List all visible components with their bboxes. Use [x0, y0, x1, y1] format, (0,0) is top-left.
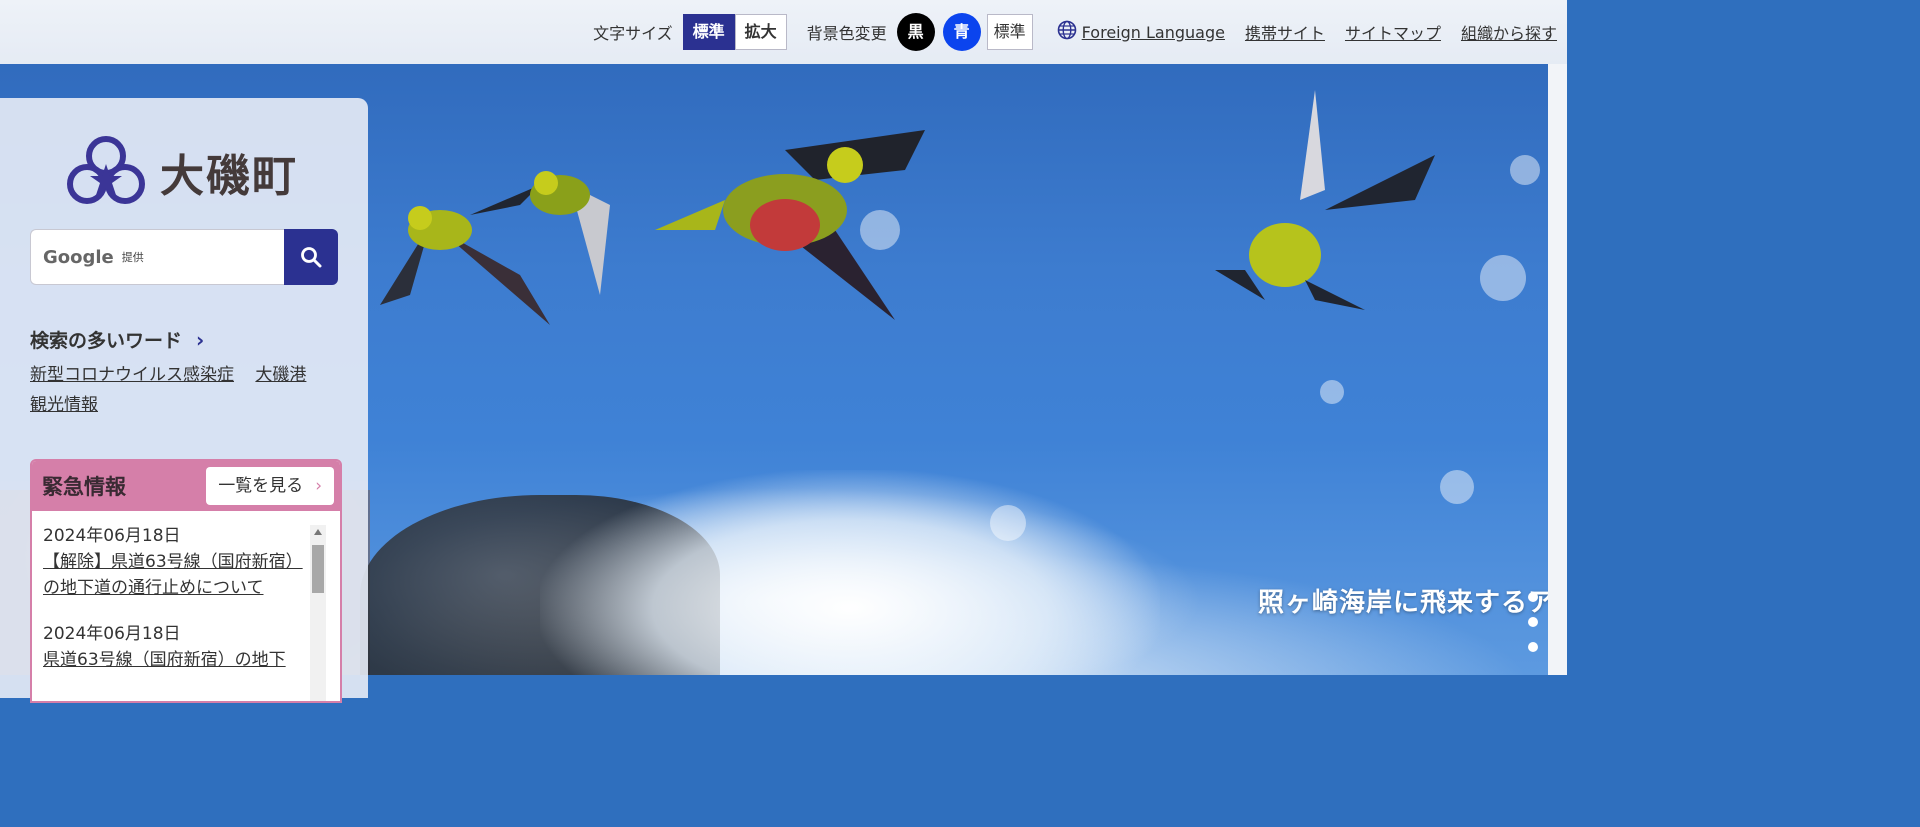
- news-link[interactable]: 県道63号線（国府新宿）の地下: [43, 650, 286, 670]
- emergency-title: 緊急情報: [42, 475, 126, 499]
- search-input[interactable]: Google 提供: [30, 229, 284, 285]
- list-item: 2024年06月18日 県道63号線（国府新宿）の地下: [43, 621, 310, 673]
- site-search: Google 提供: [30, 229, 338, 285]
- bird-image: [655, 130, 925, 320]
- town-emblem-icon: [67, 136, 145, 204]
- popular-word-link[interactable]: 大磯港: [255, 365, 306, 385]
- popular-word-link[interactable]: 観光情報: [30, 395, 98, 415]
- news-link[interactable]: 【解除】県道63号線（国府新宿）の地下道の通行止めについて: [43, 552, 303, 598]
- mobile-site-link[interactable]: 携帯サイト: [1245, 20, 1325, 44]
- page-edge: [1548, 0, 1567, 675]
- sitemap-link[interactable]: サイトマップ: [1345, 20, 1441, 44]
- scroll-up-icon[interactable]: [314, 529, 322, 535]
- powered-label: 提供: [121, 251, 144, 264]
- font-standard-button[interactable]: 標準: [682, 14, 735, 50]
- emergency-info-box: 緊急情報 一覧を見る › 2024年06月18日 【解除】県道63号線（国府新宿…: [30, 459, 342, 703]
- bg-standard-button[interactable]: 標準: [986, 14, 1033, 50]
- emergency-header: 緊急情報 一覧を見る ›: [32, 461, 340, 511]
- font-size-label: 文字サイズ: [593, 24, 673, 43]
- chevron-right-icon: ›: [196, 327, 205, 352]
- popular-words-title: 検索の多いワード: [30, 330, 183, 352]
- organization-link[interactable]: 組織から探す: [1461, 20, 1557, 44]
- font-size-switch: 標準 拡大: [682, 14, 787, 50]
- news-date: 2024年06月18日: [43, 526, 181, 546]
- bird-image: [470, 171, 610, 295]
- popular-word-link[interactable]: 新型コロナウイルス感染症: [30, 365, 234, 385]
- slide-dot[interactable]: [1528, 617, 1538, 627]
- foreign-language-link[interactable]: Foreign Language: [1082, 23, 1225, 42]
- view-all-button[interactable]: 一覧を見る ›: [206, 467, 334, 505]
- google-label: Google: [43, 246, 114, 268]
- font-large-button[interactable]: 拡大: [734, 14, 787, 50]
- hero-wave-foam: [540, 470, 1160, 675]
- globe-icon: [1057, 20, 1077, 44]
- popular-words-heading[interactable]: 検索の多いワード ›: [30, 326, 204, 353]
- slide-dot[interactable]: [1528, 642, 1538, 652]
- hero-caption: 照ヶ崎海岸に飛来するア: [1258, 588, 1548, 618]
- view-all-label: 一覧を見る: [218, 476, 304, 496]
- scrollbar-thumb[interactable]: [312, 545, 324, 593]
- emergency-list: 2024年06月18日 【解除】県道63号線（国府新宿）の地下道の通行止めについ…: [32, 511, 340, 673]
- list-scrollbar[interactable]: [310, 525, 326, 701]
- search-button[interactable]: [284, 229, 338, 285]
- left-panel: 大磯町 Google 提供 検索の多いワード › 新型コロナウイルス感染症 大磯…: [0, 98, 368, 703]
- list-item: 2024年06月18日 【解除】県道63号線（国府新宿）の地下道の通行止めについ…: [43, 523, 310, 601]
- bird-image: [1215, 90, 1435, 310]
- news-date: 2024年06月18日: [43, 624, 181, 644]
- town-name: 大磯町: [160, 151, 298, 202]
- search-icon: [301, 247, 322, 268]
- slide-dot[interactable]: [1528, 592, 1538, 602]
- site-logo[interactable]: 大磯町: [66, 134, 298, 210]
- popular-words-list: 新型コロナウイルス感染症 大磯港 観光情報: [30, 360, 340, 420]
- chevron-right-icon: ›: [315, 476, 322, 496]
- bg-black-button[interactable]: 黒: [896, 13, 935, 51]
- bg-color-label: 背景色変更: [806, 24, 887, 43]
- slide-indicator[interactable]: [1528, 592, 1540, 667]
- bg-blue-button[interactable]: 青: [942, 13, 981, 51]
- utility-bar: 文字サイズ 標準 拡大 背景色変更 黒 青 標準 Foreign Languag…: [0, 0, 1567, 64]
